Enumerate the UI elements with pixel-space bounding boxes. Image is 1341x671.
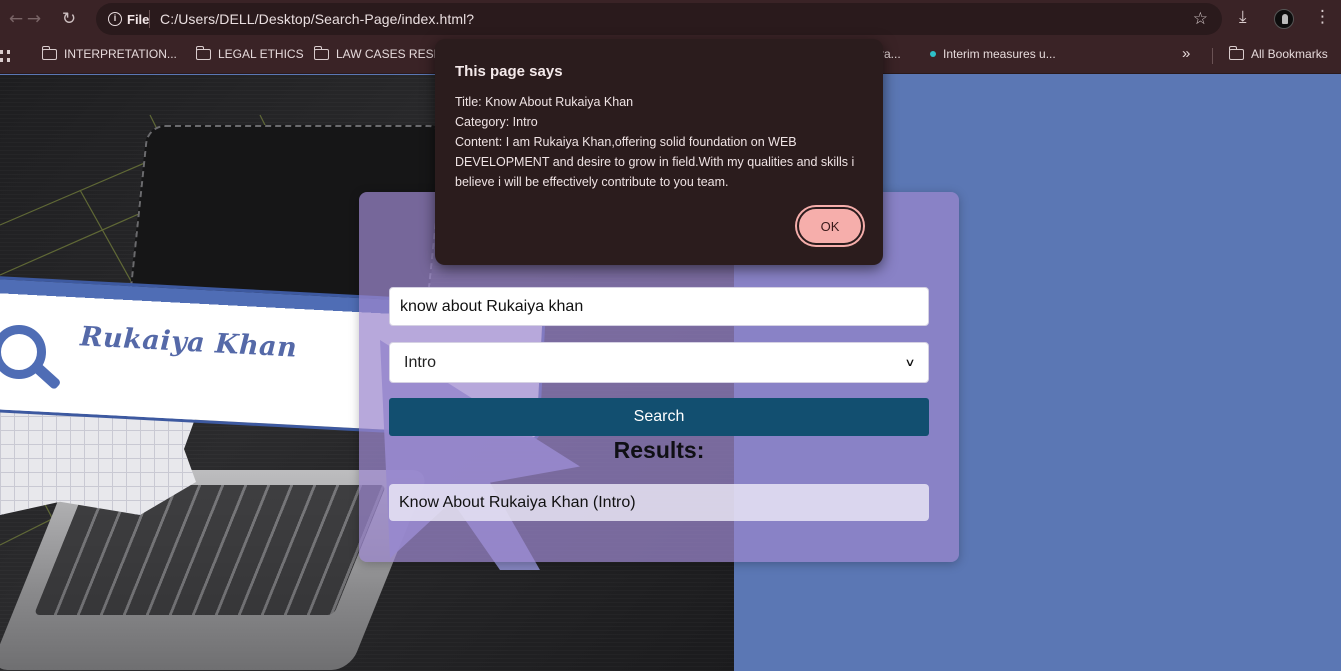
results-heading: Results:	[613, 437, 705, 463]
bookmark-legal-ethics[interactable]: LEGAL ETHICS	[195, 45, 304, 61]
kebab-menu-icon[interactable]: ⋮	[1314, 7, 1331, 27]
url-text[interactable]: C:/Users/DELL/Desktop/Search-Page/index.…	[160, 11, 474, 27]
all-bookmarks[interactable]: All Bookmarks	[1228, 45, 1328, 61]
bookmark-label: LEGAL ETHICS	[218, 47, 304, 61]
folder-icon	[1228, 45, 1244, 60]
category-select[interactable]: Intro ∨	[389, 342, 929, 383]
dialog-line-title: Title: Know About Rukaiya Khan	[455, 95, 634, 109]
site-chip-label: File	[127, 11, 150, 27]
bookmarks-overflow-icon[interactable]: »	[1182, 45, 1190, 62]
profile-avatar[interactable]	[1274, 9, 1294, 29]
bookmark-law-cases[interactable]: LAW CASES RESEA	[313, 45, 450, 61]
bookmark-label: Interim measures u...	[943, 47, 1056, 61]
dialog-title: This page says	[455, 63, 563, 80]
apps-icon[interactable]	[0, 50, 10, 62]
bookmark-label: LAW CASES RESEA	[336, 47, 450, 61]
folder-icon	[41, 45, 57, 60]
dialog-line-content: Content: I am Rukaiya Khan,offering soli…	[455, 135, 858, 189]
search-input[interactable]	[389, 287, 929, 326]
address-bar[interactable]: i File C:/Users/DELL/Desktop/Search-Page…	[96, 3, 1222, 35]
folder-icon	[195, 45, 211, 60]
info-icon: i	[108, 12, 122, 26]
bookmark-interim-measures[interactable]: Interim measures u...	[930, 47, 1056, 61]
folder-icon	[313, 45, 329, 60]
all-bookmarks-label: All Bookmarks	[1251, 47, 1328, 61]
search-button[interactable]: Search	[389, 398, 929, 436]
address-divider	[149, 10, 150, 28]
ok-button[interactable]: OK	[797, 207, 863, 245]
bookmark-interpretation[interactable]: INTERPRETATION...	[41, 45, 177, 61]
bookmarks-divider	[1212, 48, 1213, 64]
reload-icon[interactable]: ↻	[57, 7, 81, 31]
download-icon[interactable]: ⤓	[1239, 7, 1247, 27]
chevron-down-icon: ∨	[904, 356, 916, 369]
category-selected-value: Intro	[404, 353, 437, 371]
dialog-message: Title: Know About Rukaiya Khan Category:…	[455, 92, 867, 192]
browser-toolbar: ← → ↻ i File C:/Users/DELL/Desktop/Searc…	[0, 0, 1341, 38]
result-item[interactable]: Know About Rukaiya Khan (Intro)	[389, 484, 929, 521]
dot-icon	[930, 51, 936, 57]
star-icon[interactable]: ☆	[1193, 9, 1208, 29]
dialog-line-category: Category: Intro	[455, 115, 538, 129]
bookmark-label: INTERPRETATION...	[64, 47, 177, 61]
forward-icon[interactable]: →	[22, 7, 46, 31]
